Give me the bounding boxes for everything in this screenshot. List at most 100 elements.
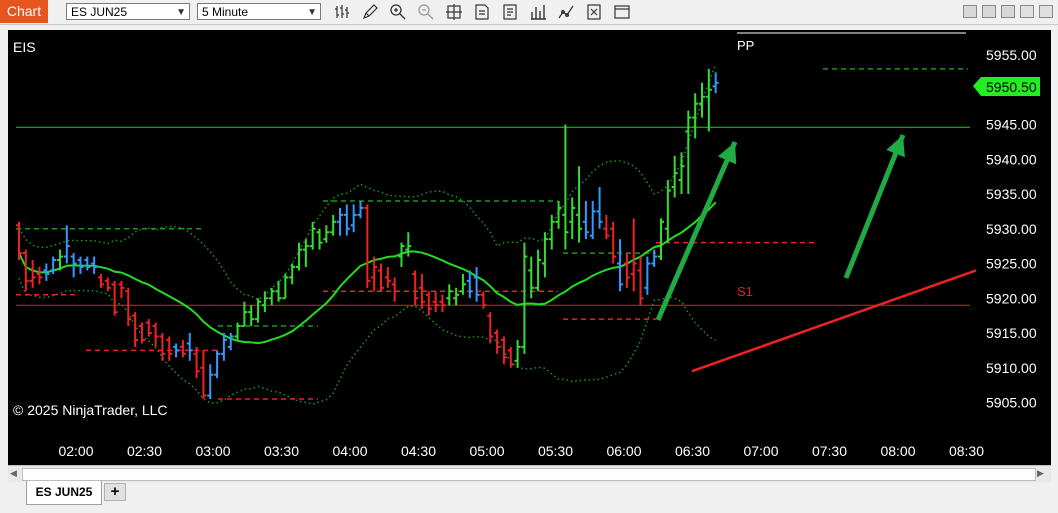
current-price-label: 5950.50 xyxy=(986,79,1037,95)
time-tick-label: 08:00 xyxy=(880,443,915,459)
price-bar xyxy=(138,322,145,344)
chevron-down-icon: ▼ xyxy=(307,7,317,18)
price-bar xyxy=(459,273,466,295)
trend-line xyxy=(691,269,977,373)
price-bar xyxy=(111,280,118,316)
price-bar xyxy=(36,266,43,285)
templates-icon[interactable] xyxy=(585,3,603,21)
price-bar xyxy=(16,221,22,261)
time-tick-label: 02:00 xyxy=(58,443,93,459)
price-bar xyxy=(350,204,357,233)
instrument-label: EIS xyxy=(13,39,36,55)
price-bar xyxy=(261,291,268,313)
price-tick-label: 5915.00 xyxy=(986,325,1037,341)
price-bar xyxy=(651,249,658,267)
minimize-icon[interactable] xyxy=(982,5,996,18)
price-bar xyxy=(214,350,221,379)
price-bar xyxy=(193,346,200,379)
zoom-in-icon[interactable] xyxy=(389,3,407,21)
price-bar xyxy=(439,294,446,313)
time-tick-label: 03:00 xyxy=(195,443,230,459)
price-bar xyxy=(589,200,596,240)
price-bar xyxy=(289,263,296,285)
price-bar xyxy=(582,200,589,240)
strategies-icon[interactable] xyxy=(529,3,547,21)
scroll-thumb[interactable] xyxy=(22,468,1036,481)
price-tick-label: 5920.00 xyxy=(986,290,1037,306)
price-bar xyxy=(521,242,528,354)
price-bar xyxy=(391,277,398,302)
price-tick-label: 5955.00 xyxy=(986,47,1037,63)
price-bar xyxy=(118,280,125,299)
price-tick-label: 5905.00 xyxy=(986,395,1037,411)
bar-type-icon[interactable] xyxy=(333,3,351,21)
price-tick-label: 5940.00 xyxy=(986,151,1037,167)
price-bar xyxy=(630,218,637,292)
price-bar xyxy=(255,298,262,323)
arrow-up-icon-shaft xyxy=(655,141,738,321)
window-menu-icon[interactable] xyxy=(613,3,631,21)
add-tab-button[interactable]: + xyxy=(104,483,126,501)
horizontal-scrollbar[interactable]: ◀ ▶ xyxy=(8,465,1051,482)
price-bar xyxy=(309,221,316,250)
price-bar xyxy=(50,256,57,274)
draw-pencil-icon[interactable] xyxy=(361,3,379,21)
time-tick-label: 07:00 xyxy=(743,443,778,459)
price-bar xyxy=(343,204,350,236)
price-bar xyxy=(432,291,439,313)
price-bar xyxy=(152,322,159,347)
price-bar xyxy=(480,291,487,309)
price-bar xyxy=(384,266,391,288)
price-bar xyxy=(712,72,719,94)
price-bar xyxy=(576,166,583,243)
time-axis: 02:00 02:30 03:00 03:30 04:00 04:30 05:00 05:30… xyxy=(58,443,984,459)
current-price-marker: 5950.50 xyxy=(973,77,1040,96)
price-bar xyxy=(22,249,29,292)
instrument-selector[interactable]: ES JUN25 ▼ xyxy=(66,3,190,20)
restore-icon[interactable] xyxy=(1020,5,1034,18)
price-bars xyxy=(16,68,719,400)
price-bar xyxy=(637,256,644,306)
price-tick-label: 5945.00 xyxy=(986,117,1037,133)
price-bar xyxy=(623,253,630,288)
price-bar xyxy=(63,225,70,264)
title-bar: Chart ES JUN25 ▼ 5 Minute ▼ xyxy=(0,0,1058,25)
window-grid-icon[interactable] xyxy=(963,5,977,18)
copyright-label: © 2025 NinjaTrader, LLC xyxy=(13,402,168,418)
price-axis: 5955.005950.005945.005940.005935.005930.… xyxy=(986,47,1037,411)
s1-label: S1 xyxy=(737,284,753,299)
maximize-icon[interactable] xyxy=(1001,5,1015,18)
chevron-down-icon: ▼ xyxy=(176,7,186,18)
interval-selector[interactable]: 5 Minute ▼ xyxy=(197,3,321,20)
close-icon[interactable] xyxy=(1039,5,1053,18)
chart-annotations xyxy=(655,134,977,373)
time-tick-label: 04:00 xyxy=(332,443,367,459)
price-bar xyxy=(644,256,651,295)
indicators-icon[interactable] xyxy=(557,3,575,21)
chart-window-label[interactable]: Chart xyxy=(0,0,48,23)
crosshair-icon[interactable] xyxy=(445,3,463,21)
price-bar xyxy=(173,343,180,358)
price-bar xyxy=(337,207,344,236)
price-bar xyxy=(323,225,330,243)
price-tick-label: 5910.00 xyxy=(986,360,1037,376)
price-bar xyxy=(145,319,152,337)
time-tick-label: 04:30 xyxy=(401,443,436,459)
interval-selector-value: 5 Minute xyxy=(202,5,249,19)
properties-icon[interactable] xyxy=(501,3,519,21)
time-tick-label: 03:30 xyxy=(264,443,299,459)
tab-instrument[interactable]: ES JUN25 xyxy=(26,481,102,505)
chart-panel[interactable]: EIS © 2025 NinjaTrader, LLC PP S1 5955.0… xyxy=(8,30,1051,465)
price-chart[interactable]: EIS © 2025 NinjaTrader, LLC PP S1 5955.0… xyxy=(8,30,1051,465)
zoom-out-icon[interactable] xyxy=(417,3,435,21)
pivot-label: PP xyxy=(737,38,754,53)
time-tick-label: 05:30 xyxy=(538,443,573,459)
price-bar xyxy=(548,214,555,250)
price-bar xyxy=(569,197,576,240)
data-box-icon[interactable] xyxy=(473,3,491,21)
price-bar xyxy=(302,239,309,267)
price-tick-label: 5935.00 xyxy=(986,186,1037,202)
price-bar xyxy=(316,228,323,250)
time-tick-label: 08:30 xyxy=(949,443,984,459)
scroll-right-icon[interactable]: ▶ xyxy=(1037,468,1049,480)
